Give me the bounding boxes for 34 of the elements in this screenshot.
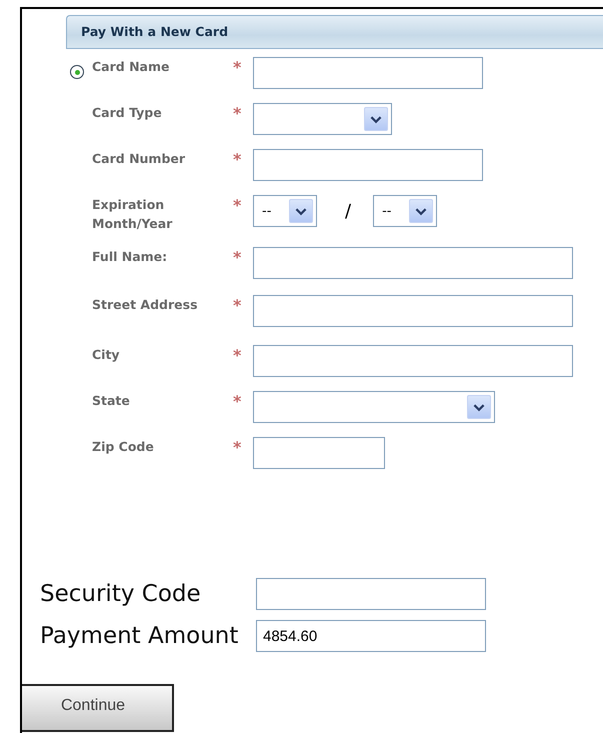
required-marker: * bbox=[233, 247, 242, 269]
field-label: Card Name bbox=[92, 58, 170, 76]
required-marker: * bbox=[233, 345, 242, 367]
section-title: Pay With a New Card bbox=[66, 15, 603, 49]
field-label: Security Code bbox=[40, 581, 202, 607]
radio-button[interactable] bbox=[70, 65, 84, 79]
text-field[interactable] bbox=[253, 437, 385, 469]
required-marker: * bbox=[233, 437, 242, 459]
text-field[interactable] bbox=[253, 345, 573, 377]
required-marker: * bbox=[233, 103, 242, 125]
field-label: Card Type bbox=[92, 104, 163, 122]
text-field[interactable] bbox=[253, 57, 483, 89]
text-field[interactable]: 4854.60 bbox=[256, 620, 486, 652]
text-field[interactable] bbox=[253, 295, 573, 327]
text-field[interactable] bbox=[256, 578, 486, 610]
field-label: Full Name: bbox=[92, 248, 168, 266]
month-dropdown[interactable]: -- bbox=[253, 195, 317, 227]
field-label: Payment Amount bbox=[40, 623, 240, 649]
field-label: Expiration Month/Year bbox=[92, 196, 174, 233]
field-label: City bbox=[92, 346, 121, 364]
date-separator: / bbox=[345, 200, 352, 222]
continue-button[interactable]: Continue bbox=[22, 684, 174, 732]
field-label: State bbox=[92, 392, 131, 410]
text-field[interactable] bbox=[253, 149, 483, 181]
required-marker: * bbox=[233, 149, 242, 171]
field-label: Card Number bbox=[92, 150, 186, 168]
field-label: Zip Code bbox=[92, 438, 155, 456]
year-dropdown[interactable]: -- bbox=[373, 195, 438, 227]
required-marker: * bbox=[233, 195, 242, 217]
required-marker: * bbox=[233, 57, 242, 79]
required-marker: * bbox=[233, 391, 242, 413]
required-marker: * bbox=[233, 295, 242, 317]
text-field[interactable] bbox=[253, 247, 573, 279]
field-label: Street Address bbox=[92, 296, 199, 314]
